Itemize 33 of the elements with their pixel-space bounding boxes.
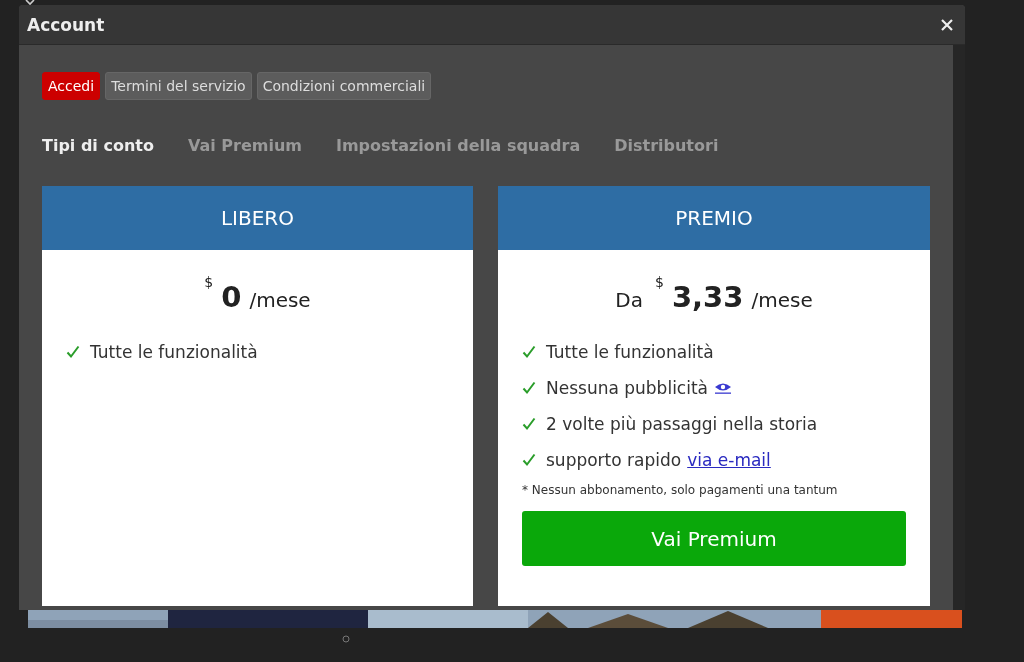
tab-button[interactable]: Termini del servizio bbox=[105, 72, 252, 100]
check-icon bbox=[66, 345, 80, 359]
premium-button[interactable]: Vai Premium bbox=[522, 511, 906, 566]
tab-button[interactable]: Accedi bbox=[42, 72, 101, 100]
tab[interactable]: Vai Premium bbox=[187, 136, 302, 155]
dialog-title: Account bbox=[27, 14, 105, 35]
feature-text: Tutte le funzionalità bbox=[90, 342, 258, 362]
price-prefix: Da bbox=[615, 288, 643, 312]
check-icon bbox=[522, 381, 536, 395]
check-icon bbox=[522, 345, 536, 359]
plan-name: PREMIO bbox=[675, 206, 753, 230]
eye-icon[interactable] bbox=[714, 382, 732, 394]
feature-text: 2 volte più passaggi nella storia bbox=[546, 414, 818, 434]
feature-text: supporto rapido bbox=[546, 450, 682, 470]
email-link[interactable]: via e-mail bbox=[687, 450, 771, 470]
feature-text: Nessuna pubblicità bbox=[546, 378, 708, 398]
currency-symbol: $ bbox=[204, 274, 214, 290]
price-amount: 3,33 bbox=[671, 280, 744, 314]
tab-button[interactable]: Condizioni commerciali bbox=[256, 72, 432, 100]
check-icon bbox=[522, 417, 536, 431]
tab[interactable]: Impostazioni della squadra bbox=[335, 136, 581, 155]
feature-text: Tutte le funzionalità bbox=[546, 342, 714, 362]
price-period: /mese bbox=[249, 288, 311, 312]
price-amount: 0 bbox=[221, 280, 242, 314]
tab[interactable]: Distributori bbox=[614, 136, 719, 155]
price-period: /mese bbox=[751, 288, 813, 312]
plan-name: LIBERO bbox=[220, 206, 294, 230]
check-icon bbox=[522, 453, 536, 467]
footnote: * Nessun abbonamento, solo pagamenti una tantum bbox=[521, 482, 839, 497]
circle-icon bbox=[342, 635, 350, 643]
currency-symbol: $ bbox=[654, 274, 664, 290]
scrollbar[interactable] bbox=[953, 45, 965, 610]
tab[interactable]: Tipi di conto bbox=[42, 136, 154, 155]
